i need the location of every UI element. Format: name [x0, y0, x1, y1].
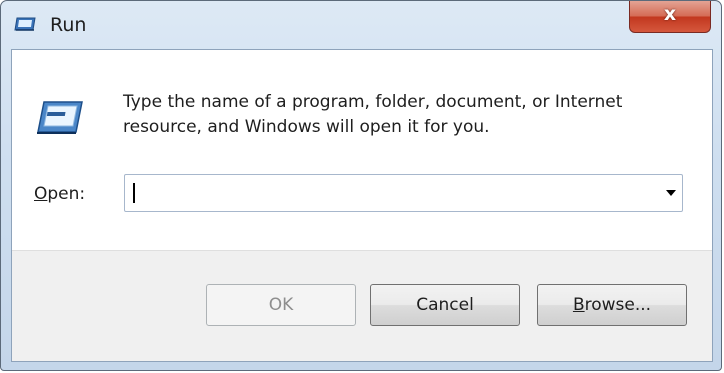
title-bar[interactable]: Run x	[1, 1, 721, 49]
close-icon: x	[663, 3, 677, 25]
browse-button[interactable]: Browse...	[537, 284, 687, 326]
open-label-accelerator: O	[34, 184, 48, 204]
chevron-down-icon[interactable]	[666, 190, 676, 196]
run-icon	[37, 101, 83, 134]
open-input[interactable]	[131, 179, 641, 207]
dialog-body: Type the name of a program, folder, docu…	[12, 50, 712, 251]
dialog-content: Type the name of a program, folder, docu…	[11, 49, 713, 362]
open-label-text: pen:	[47, 184, 86, 204]
text-cursor	[133, 183, 135, 203]
close-button[interactable]: x	[629, 1, 711, 33]
window-title: Run	[50, 14, 87, 36]
dialog-description: Type the name of a program, folder, docu…	[123, 92, 623, 137]
ok-button[interactable]: OK	[206, 284, 356, 326]
browse-accelerator: B	[572, 295, 585, 315]
run-dialog-window: Run x Type the name of a program, folder…	[0, 0, 722, 371]
run-icon	[14, 17, 36, 31]
open-field-label: Open:	[34, 184, 85, 204]
cancel-button[interactable]: Cancel	[370, 284, 520, 326]
browse-label: rowse...	[584, 295, 652, 315]
open-combobox[interactable]	[124, 174, 683, 212]
